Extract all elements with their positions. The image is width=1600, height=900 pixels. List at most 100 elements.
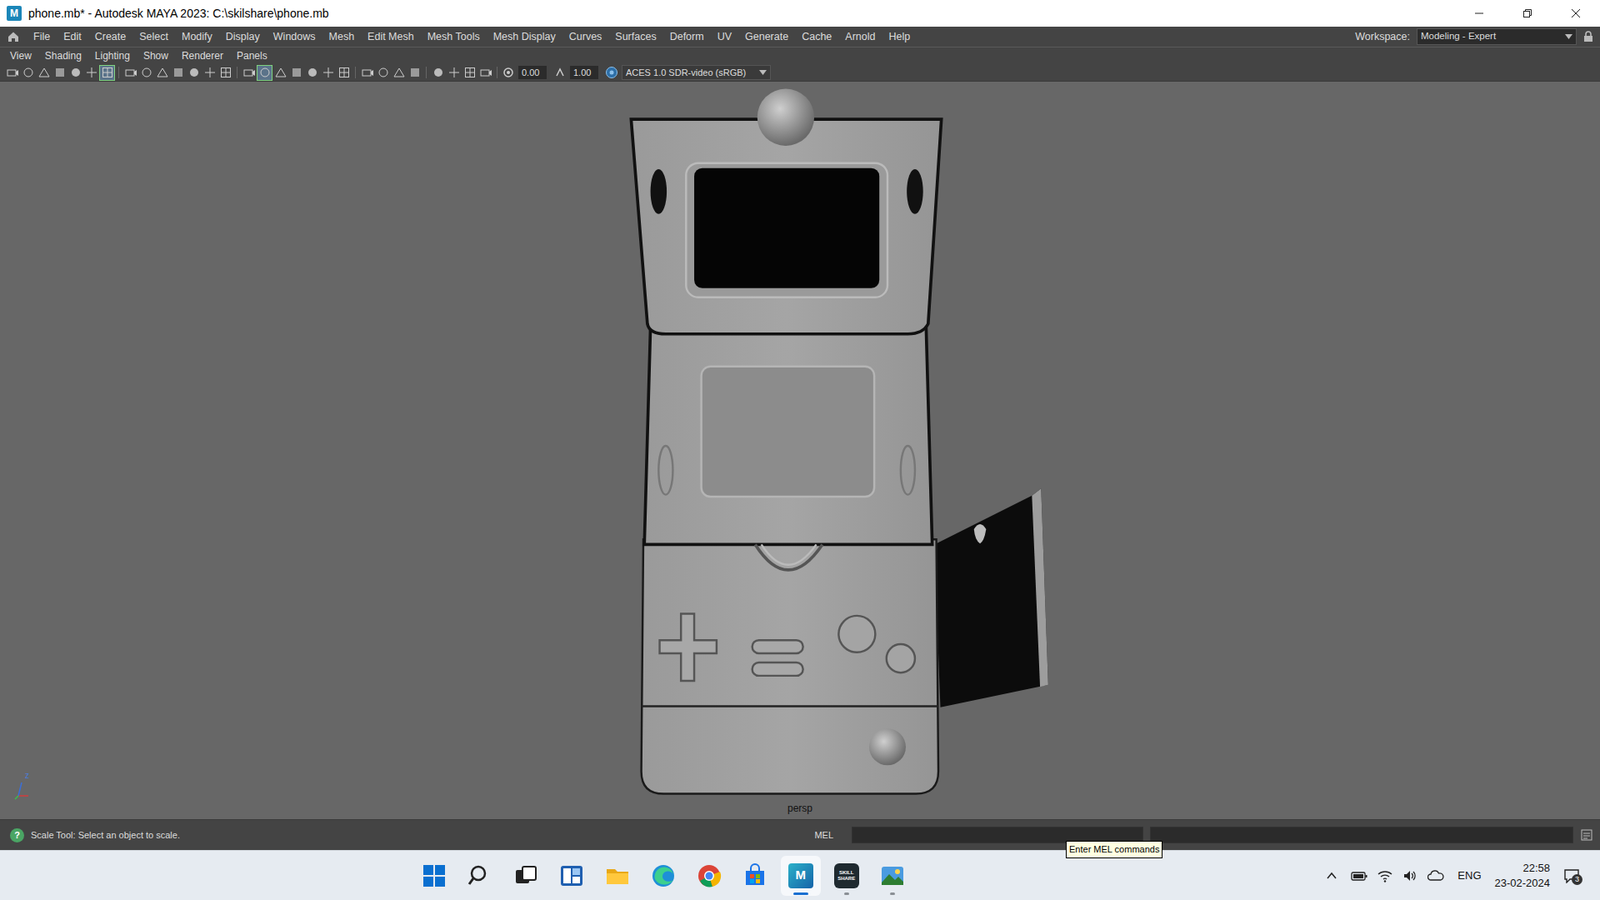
volume-icon[interactable] bbox=[1402, 869, 1418, 883]
taskbar-app[interactable] bbox=[460, 855, 500, 896]
panel-menu-item[interactable]: Show bbox=[143, 50, 169, 62]
exposure-icon[interactable] bbox=[501, 65, 515, 80]
toolbar-tool-icon[interactable] bbox=[360, 65, 375, 80]
menu-item[interactable]: Windows bbox=[273, 30, 316, 44]
battery-icon[interactable] bbox=[1350, 870, 1368, 882]
axis-indicator: z bbox=[11, 774, 40, 803]
command-language[interactable]: MEL bbox=[814, 828, 834, 843]
toolbar-tool-icon[interactable] bbox=[139, 65, 154, 80]
taskbar-app[interactable] bbox=[643, 855, 684, 896]
toolbar-tool-icon[interactable] bbox=[375, 65, 390, 80]
skillshare-icon: SKILL SHARE bbox=[834, 863, 860, 889]
gamma-field[interactable]: 1.00 bbox=[570, 65, 599, 80]
show-hidden-icons-icon[interactable] bbox=[1325, 870, 1338, 882]
panel-menu-bar: View Shading Lighting Show Renderer Panels bbox=[0, 47, 1600, 65]
help-line-message: Scale Tool: Select an object to scale. bbox=[30, 828, 180, 843]
menu-item[interactable]: Surfaces bbox=[615, 30, 656, 44]
dropdown-arrow-icon bbox=[1565, 34, 1573, 40]
menu-item[interactable]: File bbox=[33, 30, 50, 44]
store-icon bbox=[741, 862, 769, 890]
script-editor-icon[interactable] bbox=[1580, 828, 1594, 842]
toolbar-tool-icon[interactable] bbox=[320, 65, 335, 80]
help-icon[interactable]: ? bbox=[10, 828, 25, 843]
toolbar-tool-icon[interactable] bbox=[52, 65, 67, 80]
close-button[interactable] bbox=[1551, 0, 1600, 27]
taskbar-app[interactable] bbox=[597, 855, 638, 896]
minimize-button[interactable] bbox=[1455, 0, 1504, 27]
toolbar-tool-icon[interactable] bbox=[478, 65, 493, 80]
color-space-dropdown[interactable]: ACES 1.0 SDR-video (sRGB) bbox=[621, 65, 771, 80]
color-space-value: ACES 1.0 SDR-video (sRGB) bbox=[625, 65, 746, 80]
minimize-icon bbox=[1474, 8, 1485, 19]
panel-menu-item[interactable]: Panels bbox=[236, 50, 268, 62]
toolbar-tool-icon[interactable] bbox=[289, 65, 304, 80]
menu-item[interactable]: Mesh Display bbox=[493, 30, 556, 44]
toolbar-tool-icon[interactable] bbox=[20, 65, 35, 80]
toolbar-tool-icon[interactable] bbox=[170, 65, 185, 80]
taskbar-app[interactable] bbox=[872, 855, 913, 896]
panel-menu-item[interactable]: Renderer bbox=[181, 50, 224, 62]
menu-item[interactable]: Cache bbox=[801, 30, 832, 44]
menu-item[interactable]: UV bbox=[717, 30, 732, 44]
menu-item[interactable]: Arnold bbox=[845, 30, 875, 44]
panel-menu-item[interactable]: Lighting bbox=[95, 50, 130, 62]
menu-item[interactable]: Deform bbox=[670, 30, 705, 44]
menu-item[interactable]: Modify bbox=[181, 30, 213, 44]
taskbar-app[interactable] bbox=[735, 855, 775, 896]
toolbar-tool-icon[interactable] bbox=[446, 65, 461, 80]
color-management-icon[interactable] bbox=[605, 65, 619, 80]
restore-button[interactable] bbox=[1503, 0, 1552, 27]
taskbar-app[interactable]: M bbox=[780, 855, 821, 896]
network-icon[interactable] bbox=[1377, 869, 1393, 883]
taskbar-app[interactable] bbox=[551, 855, 592, 896]
taskbar-app[interactable] bbox=[414, 855, 455, 896]
lock-icon[interactable] bbox=[1583, 30, 1594, 43]
phone-model[interactable] bbox=[0, 81, 1600, 820]
toolbar-tool-icon[interactable] bbox=[273, 65, 288, 80]
toolbar-tool-icon[interactable] bbox=[462, 65, 477, 80]
viewport[interactable]: perspz bbox=[0, 80, 1600, 820]
toolbar-tool-icon[interactable] bbox=[430, 65, 445, 80]
taskbar-app[interactable]: SKILL SHARE bbox=[826, 855, 867, 896]
home-icon[interactable] bbox=[6, 30, 20, 44]
toolbar-tool-icon[interactable] bbox=[241, 65, 256, 80]
toolbar-tool-icon[interactable] bbox=[5, 65, 20, 80]
toolbar-tool-icon[interactable] bbox=[186, 65, 201, 80]
language-indicator[interactable]: ENG bbox=[1457, 867, 1481, 885]
toolbar-tool-icon[interactable] bbox=[218, 65, 233, 80]
toolbar-tool-icon[interactable] bbox=[305, 65, 320, 80]
toolbar-tool-icon[interactable] bbox=[336, 65, 351, 80]
toolbar-tool-icon[interactable] bbox=[36, 65, 51, 80]
menu-item[interactable]: Curves bbox=[569, 30, 603, 44]
toolbar-tool-icon[interactable] bbox=[123, 65, 138, 80]
workspace-area: Workspace:Modeling - Expert bbox=[1355, 28, 1594, 45]
menu-item[interactable]: Generate bbox=[745, 30, 789, 44]
menu-item[interactable]: Mesh bbox=[329, 30, 355, 44]
toolbar-tool-icon[interactable] bbox=[391, 65, 406, 80]
clock[interactable]: 22:5823-02-2024 bbox=[1495, 860, 1551, 890]
toolbar-tool-icon[interactable] bbox=[407, 65, 422, 80]
toolbar-tool-icon[interactable] bbox=[84, 65, 99, 80]
taskbar-app[interactable] bbox=[689, 855, 730, 896]
toolbar-tool-icon[interactable] bbox=[257, 65, 272, 80]
toolbar-tool-icon[interactable] bbox=[155, 65, 170, 80]
menu-item[interactable]: Edit bbox=[63, 30, 82, 44]
panel-menu-item[interactable]: Shading bbox=[45, 50, 82, 62]
panel-menu-item[interactable]: View bbox=[10, 50, 32, 62]
menu-item[interactable]: Create bbox=[95, 30, 127, 44]
workspace-dropdown[interactable]: Modeling - Expert bbox=[1416, 28, 1577, 45]
menu-item[interactable]: Mesh Tools bbox=[427, 30, 480, 44]
menu-item[interactable]: Select bbox=[139, 30, 169, 44]
menu-item[interactable]: Display bbox=[225, 30, 260, 44]
menu-item[interactable]: Help bbox=[888, 30, 910, 44]
toolbar-tool-icon[interactable] bbox=[202, 65, 217, 80]
toolbar-tool-icon[interactable] bbox=[68, 65, 83, 80]
onedrive-icon[interactable] bbox=[1427, 870, 1445, 882]
menu-item[interactable]: Edit Mesh bbox=[367, 30, 415, 44]
toolbar-group bbox=[430, 65, 493, 80]
gamma-icon[interactable] bbox=[553, 65, 567, 80]
toolbar-tool-icon[interactable] bbox=[100, 65, 115, 80]
exposure-field[interactable]: 0.00 bbox=[518, 65, 547, 80]
taskbar-app[interactable] bbox=[505, 855, 546, 896]
notification-button[interactable]: 3 bbox=[1563, 868, 1580, 884]
